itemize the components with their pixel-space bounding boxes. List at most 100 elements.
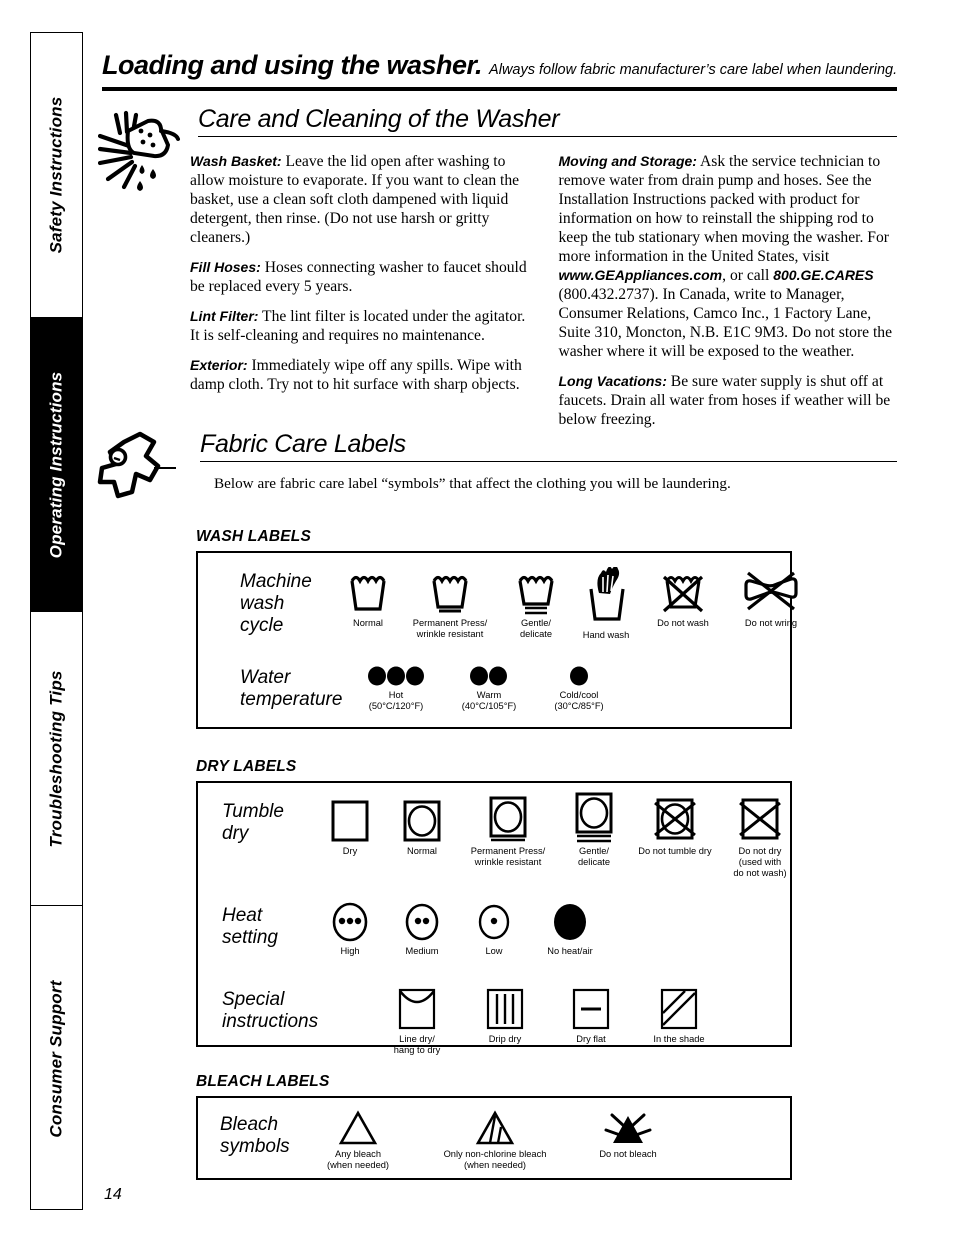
dry-symbol-caption: Dry [342,846,358,856]
water-symbol-warm: Warm (40°C/105°F) [450,663,528,712]
dry-symbol-caption: Normal [407,846,437,856]
care-and-cleaning-section: Care and Cleaning of the Washer Wash Bas… [97,105,897,429]
wash-basket-paragraph: Wash Basket: Leave the lid open after wa… [190,152,529,247]
heat-symbol-no-heat: No heat/air [530,901,610,957]
wash-symbol-gentle: Gentle/delicate [500,567,572,640]
machine-wash-cycle-row: Machine wash cycle Normal Permanent Pres… [198,567,798,641]
heat-symbol-low: Low [458,901,530,957]
square-dry-icon [329,797,371,843]
exterior-paragraph: Exterior: Immediately wipe off any spill… [190,356,529,394]
bleach-symbol-non-chlorine: Only non-chlorine bleach (when needed) [420,1110,570,1171]
header-rule [102,87,897,91]
website-link[interactable]: www.GEAppliances.com [559,267,723,283]
special-symbol-dry-flat: Dry flat [548,985,634,1045]
tumble-dry-permanent-press-icon [487,796,529,843]
special-instructions-row: Special instructions Line dry/hang to dry [198,985,790,1056]
moving-storage-lead: Moving and Storage: [558,153,697,169]
water-temperature-row: Water temperature Hot (50°C/120°F) Warm … [198,663,790,712]
sidebar-item-label: Consumer Support [46,979,66,1138]
non-chlorine-bleach-icon [474,1110,516,1146]
fabric-care-labels-section: Fabric Care Labels Below are fabric care… [97,430,897,499]
special-symbol-caption: Line dry/hang to dry [393,1033,441,1055]
wash-tub-permanent-press-icon [428,567,472,615]
sidebar-item-label: Operating Instructions [46,371,66,558]
machine-wash-cycle-label: Machine wash cycle [240,571,312,636]
care-section-columns: Wash Basket: Leave the lid open after wa… [190,152,897,429]
heat-high-icon [329,901,371,943]
moving-storage-text-2: , or call [722,267,774,285]
fill-hoses-paragraph: Fill Hoses: Hoses connecting washer to f… [190,258,529,296]
sidebar-item-label: Troubleshooting Tips [46,669,66,848]
sidebar-item-consumer-support[interactable]: Consumer Support [31,906,82,1211]
water-temperature-label: Water temperature [240,666,343,710]
water-symbol-caption: Warm (40°C/105°F) [461,689,517,711]
fabric-section-intro: Below are fabric care label “symbols” th… [214,475,731,492]
heat-symbol-medium: Medium [386,901,458,957]
bleach-labels-block: BLEACH LABELS Bleach symbols Any bleach (w… [196,1073,792,1180]
do-not-dry-icon [735,797,785,843]
dry-symbol-dry: Dry [314,797,386,857]
do-not-wash-icon [659,567,707,615]
garment-person-icon [96,430,176,513]
special-symbol-line-dry: Line dry/hang to dry [372,985,462,1056]
special-symbol-caption: In the shade [653,1033,705,1044]
long-vacations-paragraph: Long Vacations: Be sure water supply is … [559,372,898,429]
sidebar-item-troubleshooting-tips[interactable]: Troubleshooting Tips [31,612,82,906]
sponge-drip-icon [97,109,182,196]
dry-symbol-normal: Normal [386,797,458,857]
bleach-labels-title: BLEACH LABELS [196,1073,330,1090]
do-not-tumble-dry-icon [650,797,700,843]
heat-symbol-caption: No heat/air [547,945,593,956]
do-not-bleach-icon [602,1110,654,1146]
long-vacations-lead: Long Vacations: [558,373,667,390]
any-bleach-icon [337,1110,379,1146]
care-section-rule [198,136,897,137]
bleach-symbol-any: Any bleach (when needed) [312,1110,404,1171]
bleach-symbol-caption: Any bleach (when needed) [326,1149,390,1170]
special-symbol-drip-dry: Drip dry [462,985,548,1045]
sidebar-tab-rail: Safety Instructions Operating Instructio… [30,32,83,1210]
bleach-symbol-caption: Do not bleach [599,1149,657,1159]
dry-symbol-caption: Do not dry (used with do not wash) [733,846,787,878]
page-header: Loading and using the washer. Always fol… [102,50,897,91]
dry-labels-block: DRY LABELS Tumble dry Dry Normal Permane… [196,758,792,1055]
fabric-section-rule [200,461,897,462]
line-dry-icon [395,985,439,1031]
moving-storage-paragraph: Moving and Storage: Ask the service tech… [559,152,898,361]
heat-symbol-high: High [314,901,386,957]
wash-labels-block: WASH LABELS Machine wash cycle Normal Pe… [196,528,798,729]
page-title: Loading and using the washer. [102,50,483,80]
heat-setting-row: Heat setting High Medium Low No heat/air [198,901,790,957]
dry-symbol-caption: Do not tumble dry [638,846,712,856]
bleach-symbol-caption: Only non-chlorine bleach (when needed) [443,1149,547,1170]
dry-flat-icon [569,985,613,1031]
sidebar-item-safety-instructions[interactable]: Safety Instructions [31,33,82,318]
wash-tub-gentle-icon [514,567,558,615]
in-the-shade-icon [657,985,701,1031]
wash-symbol-caption: Do not wash [657,618,709,628]
water-symbol-cold: Cold/cool (30°C/85°F) [540,663,618,712]
water-symbol-caption: Cold/cool (30°C/85°F) [554,689,604,711]
water-symbol-hot: Hot (50°C/120°F) [358,663,434,712]
wash-symbol-caption: Gentle/delicate [519,618,553,639]
water-symbol-caption: Hot (50°C/120°F) [368,689,424,711]
wash-symbol-do-not-wring: Do not wring [726,567,816,629]
heat-setting-label: Heat setting [222,904,278,948]
exterior-lead: Exterior: [190,357,248,374]
phone-number: 800.GE.CARES [773,267,874,284]
bleach-symbols-row: Bleachsymbols Any bleach(when needed) [198,1110,790,1171]
three-dots-icon [366,663,426,687]
sidebar-item-operating-instructions[interactable]: Operating Instructions [31,318,82,612]
dry-symbol-do-not-dry: Do not dry (used with do not wash) [720,797,800,879]
drip-dry-icon [483,985,527,1031]
heat-symbol-caption: Medium [405,945,439,956]
bleach-symbol-do-not-bleach: Do not bleach [580,1110,676,1160]
wash-symbol-hand-wash: Hand wash [572,567,640,641]
care-right-column: Moving and Storage: Ask the service tech… [559,152,898,429]
wash-symbol-caption: Normal [353,618,383,628]
tumble-dry-label: Tumble dry [222,801,284,844]
page-number: 14 [104,1186,122,1203]
moving-storage-text-1: Ask the service technician to remove wat… [558,153,889,266]
sidebar-item-label: Safety Instructions [46,96,66,254]
page-subtitle: Always follow fabric manufacturer’s care… [489,62,898,78]
